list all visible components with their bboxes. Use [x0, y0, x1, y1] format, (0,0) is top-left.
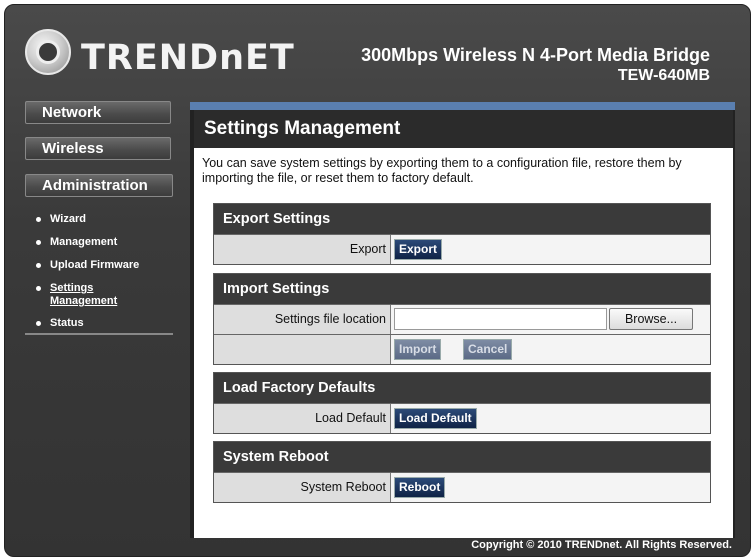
header: TRENDnET 300Mbps Wireless N 4-Port Media…: [5, 5, 750, 93]
admin-submenu: Wizard Management Upload Firmware Settin…: [25, 201, 173, 335]
import-actions-row: Import Cancel: [214, 334, 710, 364]
bullet-icon: [36, 286, 41, 291]
import-settings-section: Import Settings Settings file location B…: [213, 273, 711, 365]
nav-wireless-button[interactable]: Wireless: [25, 137, 171, 160]
load-default-label: Load Default: [214, 404, 391, 433]
export-label: Export: [214, 235, 391, 264]
page-title: Settings Management: [194, 110, 733, 148]
section-heading: Export Settings: [214, 204, 710, 234]
app-frame: TRENDnET 300Mbps Wireless N 4-Port Media…: [4, 4, 751, 557]
content-accent-bar: [190, 102, 735, 110]
import-file-row: Settings file location Browse...: [214, 304, 710, 334]
browse-button[interactable]: Browse...: [609, 308, 693, 330]
section-heading: System Reboot: [214, 442, 710, 472]
load-default-button[interactable]: Load Default: [394, 408, 477, 429]
system-reboot-section: System Reboot System Reboot Reboot: [213, 441, 711, 503]
bullet-icon: [36, 321, 41, 326]
bullet-icon: [36, 217, 41, 222]
nav-administration-button[interactable]: Administration: [25, 174, 173, 197]
footer-copyright: Copyright © 2010 TRENDnet. All Rights Re…: [471, 539, 732, 551]
product-model: TEW-640MB: [617, 67, 710, 84]
export-settings-section: Export Settings Export Export: [213, 203, 711, 265]
export-row: Export Export: [214, 234, 710, 264]
system-reboot-label: System Reboot: [214, 473, 391, 502]
page-description: You can save system settings by exportin…: [202, 156, 682, 185]
product-title: 300Mbps Wireless N 4-Port Media Bridge: [361, 45, 710, 65]
import-button[interactable]: Import: [394, 339, 442, 360]
brand-logo-text: TRENDnET: [81, 38, 295, 78]
system-reboot-row: System Reboot Reboot: [214, 472, 710, 502]
section-heading: Load Factory Defaults: [214, 373, 710, 403]
settings-file-input[interactable]: [394, 308, 607, 330]
reboot-button[interactable]: Reboot: [394, 477, 446, 498]
main-content: Settings Management You can save system …: [190, 110, 735, 538]
nav-network-button[interactable]: Network: [25, 101, 171, 124]
bullet-icon: [36, 240, 41, 245]
section-heading: Import Settings: [214, 274, 710, 304]
settings-file-location-label: Settings file location: [214, 305, 391, 334]
empty-label: [214, 335, 391, 364]
trendnet-logo-icon: [25, 29, 71, 75]
load-factory-defaults-section: Load Factory Defaults Load Default Load …: [213, 372, 711, 434]
cancel-button[interactable]: Cancel: [463, 339, 513, 360]
bullet-icon: [36, 263, 41, 268]
export-button[interactable]: Export: [394, 239, 443, 260]
load-default-row: Load Default Load Default: [214, 403, 710, 433]
